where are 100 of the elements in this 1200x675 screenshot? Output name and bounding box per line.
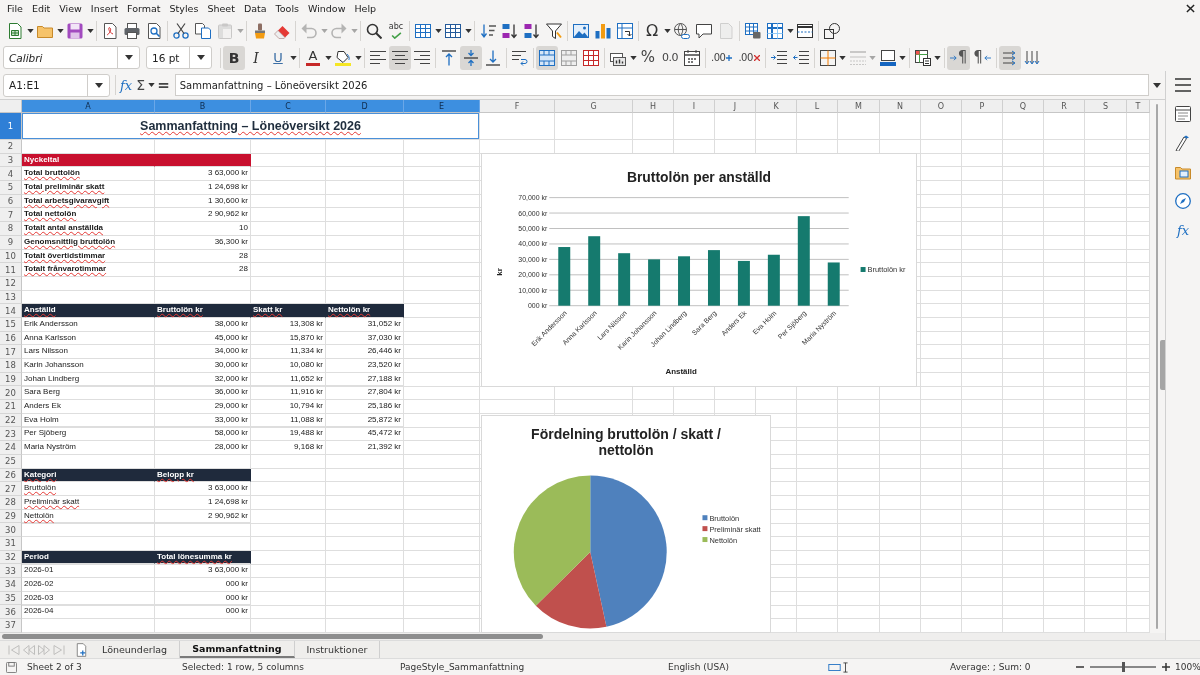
skip-forward-icon	[52, 644, 65, 655]
bold-button[interactable]: B	[223, 45, 245, 70]
underline-button[interactable]: U	[267, 45, 289, 70]
column-header[interactable]: Q	[1003, 100, 1044, 113]
save-status-button[interactable]	[6, 661, 17, 673]
sheet-tab[interactable]: Instruktioner	[294, 641, 381, 658]
slider-thumb[interactable]	[1121, 662, 1125, 672]
row-header[interactable]: 7	[0, 208, 22, 223]
column-header[interactable]: C	[251, 100, 326, 113]
row-header[interactable]: 24	[0, 441, 22, 455]
menu-item[interactable]: Styles	[165, 0, 203, 17]
row-header[interactable]: 8	[0, 222, 22, 236]
column-header[interactable]: T	[1127, 100, 1150, 113]
column-header[interactable]: B	[155, 100, 251, 113]
spelling-button[interactable]: abc	[385, 18, 407, 43]
color-bar-icon	[306, 63, 320, 66]
table-cell: 36,000 kr	[155, 386, 251, 401]
menu-item[interactable]: Insert	[86, 0, 123, 17]
italic-button[interactable]: I	[245, 45, 267, 70]
functions-button[interactable]: fx	[1170, 217, 1196, 243]
text-direction-button[interactable]	[998, 45, 1021, 70]
menu-item[interactable]: Format	[123, 0, 165, 17]
column-header[interactable]: M	[838, 100, 880, 113]
number-button[interactable]: 0.0	[659, 45, 681, 70]
sum-button[interactable]: Σ	[134, 73, 148, 97]
row-header[interactable]: 5	[0, 181, 22, 195]
percent-button[interactable]: %	[637, 45, 659, 70]
column-header[interactable]: I	[674, 100, 715, 113]
formula-input-field[interactable]: Sammanfattning – Löneöversikt 2026	[174, 74, 1149, 96]
column-header[interactable]: D	[326, 100, 404, 113]
row-header[interactable]: 20	[0, 386, 22, 401]
close-button[interactable]	[1186, 4, 1195, 13]
row-header[interactable]: 27	[0, 482, 22, 496]
column-header[interactable]: P	[962, 100, 1003, 113]
name-box-field[interactable]: A1:E1	[3, 73, 110, 97]
outdent-icon	[792, 49, 809, 66]
column-header[interactable]: F	[480, 100, 555, 113]
menu-item[interactable]: Window	[303, 0, 350, 17]
menu-item[interactable]: Help	[350, 0, 381, 17]
caret-icon	[934, 55, 942, 60]
table-cell: Total bruttolön	[22, 167, 155, 182]
row-header[interactable]: 37	[0, 619, 22, 633]
column-header[interactable]: S	[1085, 100, 1127, 113]
left-to-right-button[interactable]: ¶	[946, 45, 971, 70]
row-header[interactable]: 1	[0, 113, 22, 140]
menu-item[interactable]: Sheet	[203, 0, 239, 17]
status-text: English (USA)	[668, 662, 729, 672]
column-header[interactable]: K	[756, 100, 797, 113]
row-header[interactable]: 34	[0, 578, 22, 592]
special-character-button[interactable]: Ω	[641, 18, 663, 43]
column-header[interactable]: R	[1044, 100, 1085, 113]
column-header[interactable]: G	[555, 100, 633, 113]
table-icon	[415, 22, 431, 39]
menu-icon	[1175, 78, 1191, 92]
font-size-field[interactable]: 16 pt	[146, 46, 212, 69]
menu-item[interactable]: View	[55, 0, 86, 17]
table-cell: 1 24,698 kr	[155, 495, 251, 510]
function-wizard-button[interactable]: fx	[118, 73, 135, 97]
align-middle-button[interactable]	[460, 45, 482, 70]
chart-title: Fördelning bruttolön / skatt / nettolön	[530, 425, 722, 460]
sheet-tab[interactable]: Löneunderlag	[90, 641, 181, 658]
sheet-tab[interactable]: Sammanfattning	[180, 641, 295, 658]
row-header[interactable]: 33	[0, 564, 22, 578]
globe-icon	[674, 22, 690, 39]
row-header[interactable]: 21	[0, 400, 22, 414]
font-color-button[interactable]: A	[302, 45, 324, 70]
row-header[interactable]: 23	[0, 427, 22, 442]
column-header[interactable]: E	[404, 100, 480, 113]
table-cell: 2026-01	[22, 564, 155, 578]
column-header[interactable]: H	[633, 100, 674, 113]
row-header[interactable]: 14	[0, 304, 22, 318]
menu-item[interactable]: Data	[239, 0, 271, 17]
align-center-button[interactable]	[389, 45, 411, 70]
menu-item[interactable]: File	[3, 0, 27, 17]
add-decimal-button[interactable]: .00	[708, 45, 736, 70]
sidebar-handle[interactable]	[1160, 340, 1165, 390]
column-header[interactable]: N	[880, 100, 921, 113]
delete-decimal-button[interactable]: .00	[735, 45, 763, 70]
merge-center-button[interactable]	[536, 45, 558, 70]
spreadsheet-icon	[7, 22, 23, 39]
image-icon	[573, 22, 589, 39]
column-header[interactable]: J	[715, 100, 756, 113]
add-sheet-button[interactable]	[74, 641, 88, 658]
formula-button[interactable]: =	[155, 73, 172, 97]
row-header[interactable]: 4	[0, 167, 22, 182]
row-header[interactable]: 17	[0, 345, 22, 359]
row-header[interactable]: 36	[0, 605, 22, 620]
right-to-left-button[interactable]: ¶	[970, 45, 994, 70]
scrollbar-thumb[interactable]	[1156, 104, 1158, 629]
scrollbar-thumb[interactable]	[2, 634, 543, 639]
menu-item[interactable]: Tools	[271, 0, 303, 17]
zoom-in-button[interactable]	[1162, 663, 1170, 671]
column-header[interactable]: O	[921, 100, 962, 113]
menu-item[interactable]: Edit	[27, 0, 55, 17]
row-header[interactable]: 30	[0, 523, 22, 537]
row-header[interactable]: 18	[0, 359, 22, 373]
font-name-field[interactable]: Calibri	[3, 46, 140, 69]
column-header[interactable]: A	[22, 100, 155, 113]
row-header[interactable]: 11	[0, 263, 22, 277]
column-header[interactable]: L	[797, 100, 838, 113]
